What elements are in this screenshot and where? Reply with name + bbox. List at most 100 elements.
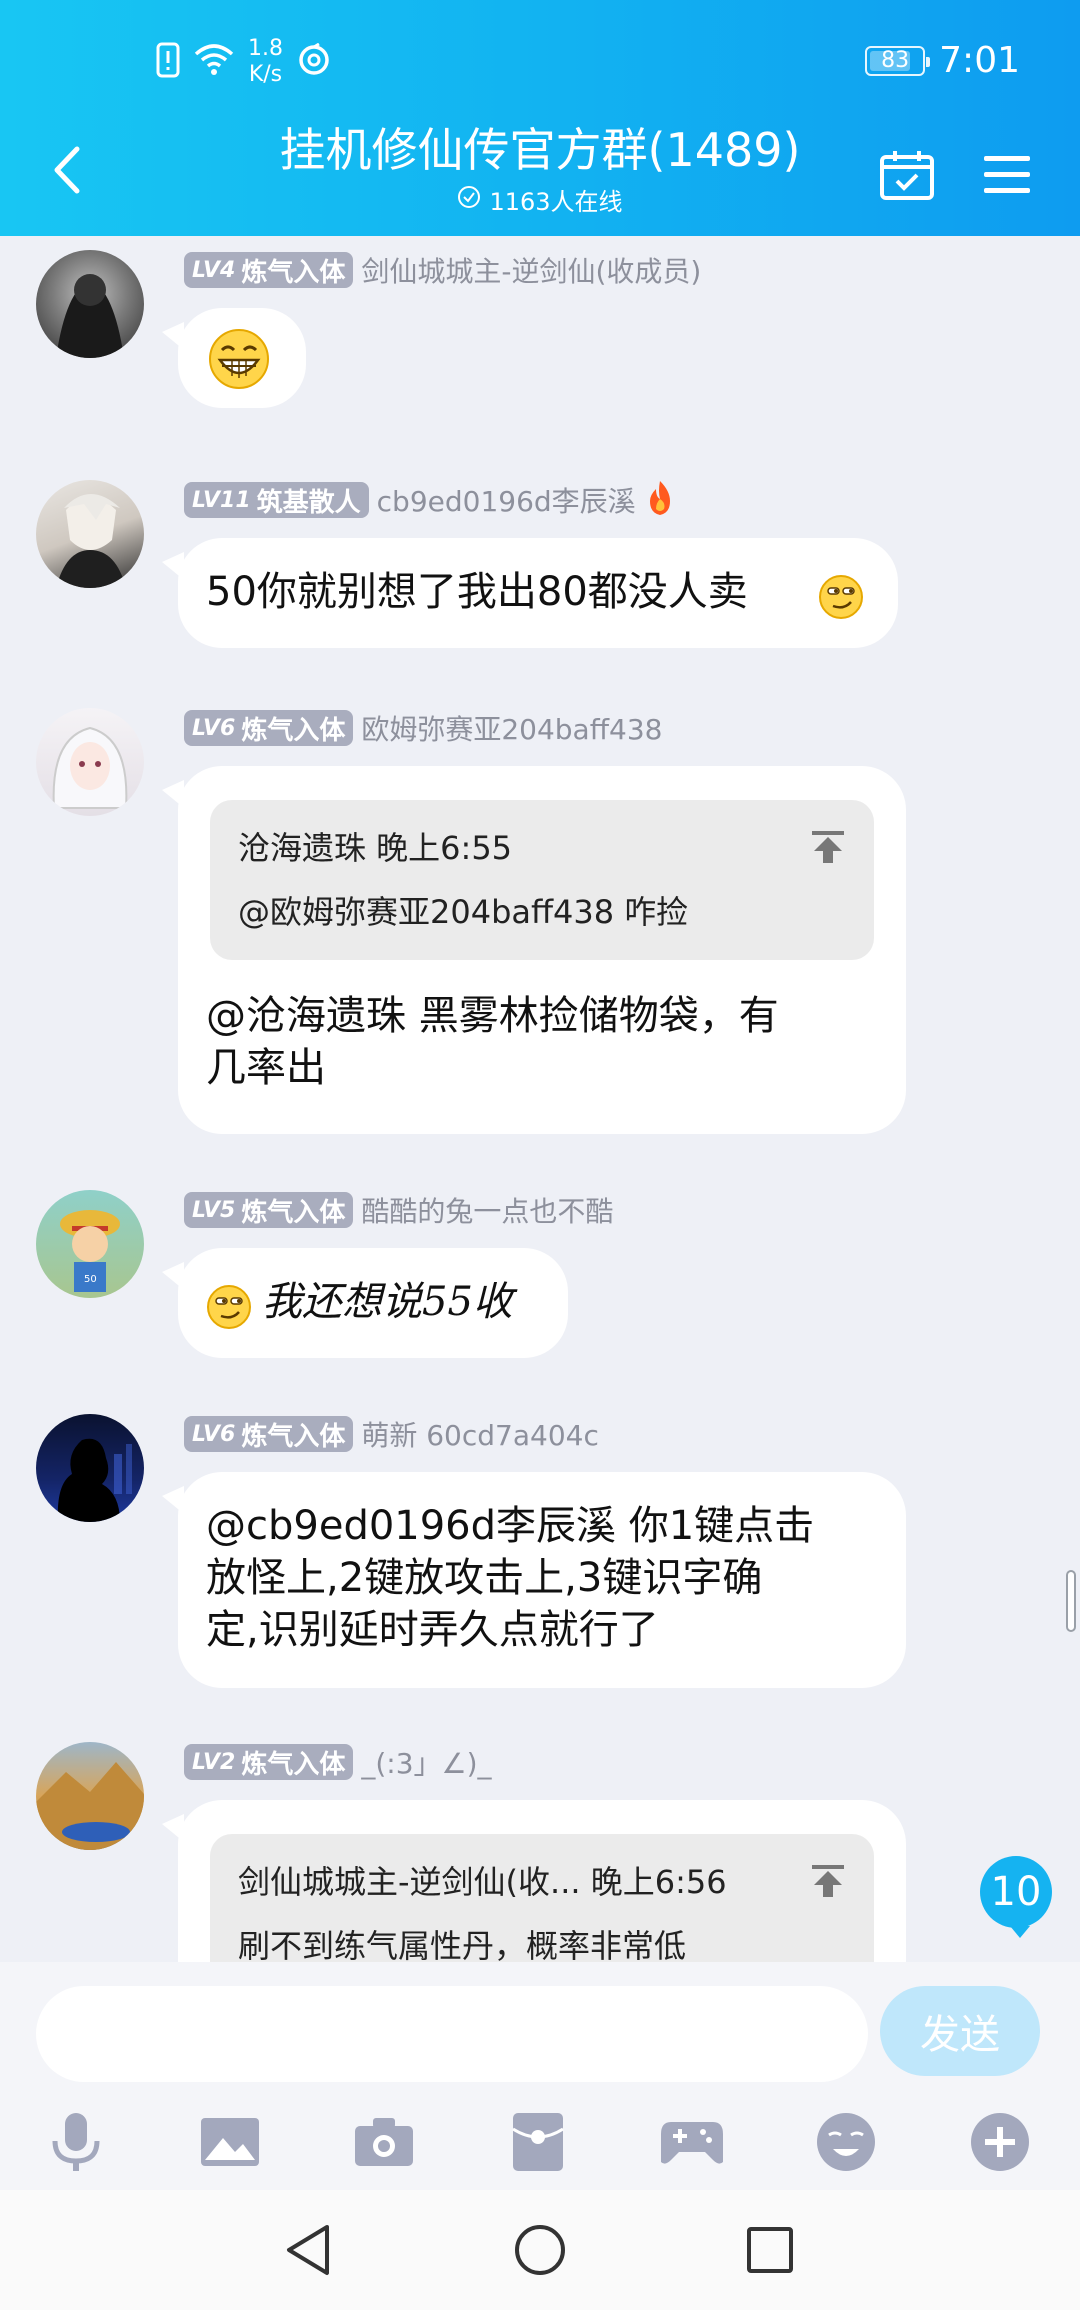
rank-text: 炼气入体: [241, 257, 346, 288]
wifi-icon: [194, 44, 234, 80]
gamepad-icon[interactable]: [652, 2102, 732, 2182]
message-line: @cb9ed0196d李辰溪 你1键点击: [206, 1503, 815, 1549]
send-button[interactable]: 发送: [880, 1986, 1040, 2076]
sender-meta: LV6 炼气入体 欧姆弥赛亚204baff438: [184, 708, 662, 748]
smirk-emoji-icon: [206, 1284, 252, 1343]
battery-icon: 83: [865, 45, 931, 76]
message-text: @cb9ed0196d李辰溪 你1键点击 放怪上,2键放攻击上,3键识字确 定,…: [206, 1500, 896, 1656]
nav-home-icon[interactable]: [500, 2210, 580, 2290]
svg-text:50: 50: [84, 1274, 97, 1285]
nav-back-icon[interactable]: [268, 2210, 348, 2290]
image-icon[interactable]: [190, 2102, 270, 2182]
battery-level: 83: [881, 48, 910, 73]
quote-header: 剑仙城城主-逆剑仙(收... 晚上6:56: [238, 1863, 727, 1901]
status-bar: 1.8 K/s 83 7:01: [0, 0, 1080, 120]
red-packet-icon[interactable]: [498, 2102, 578, 2182]
network-speed: 1.8 K/s: [248, 36, 283, 88]
nav-recents-icon[interactable]: [730, 2210, 810, 2290]
level-badge: LV6 炼气入体: [184, 710, 354, 746]
system-nav-bar: [0, 2190, 1080, 2310]
sender-meta: LV4 炼气入体 剑仙城城主-逆剑仙(收成员): [184, 250, 701, 290]
camera-icon[interactable]: [344, 2102, 424, 2182]
message-bubble[interactable]: 我还想说55收: [162, 1248, 568, 1358]
level-badge: LV2 炼气入体: [184, 1744, 354, 1780]
message-text: @沧海遗珠 黑雾林捡储物袋，有 几率出: [206, 990, 886, 1094]
microphone-icon[interactable]: [36, 2102, 116, 2182]
level-badge: LV6 炼气入体: [184, 1416, 354, 1452]
avatar[interactable]: 50: [36, 1190, 144, 1298]
status-right: 83 7:01: [865, 40, 1020, 81]
sender-name[interactable]: 酷酷的兔一点也不酷: [361, 1190, 613, 1230]
level-badge: LV11 筑基散人: [184, 482, 369, 518]
avatar[interactable]: [36, 250, 144, 358]
input-bar: 发送: [0, 1962, 1080, 2190]
clock: 7:01: [939, 40, 1020, 81]
level-text: LV6: [192, 1421, 236, 1447]
avatar[interactable]: [36, 1414, 144, 1522]
level-text: LV6: [192, 715, 236, 741]
message-bubble[interactable]: 50你就别想了我出80都没人卖: [162, 538, 898, 648]
quote-header: 沧海遗珠 晚上6:55: [238, 829, 513, 867]
sender-name[interactable]: 欧姆弥赛亚204baff438: [361, 708, 662, 748]
quote-body: @欧姆弥赛亚204baff438 咋捡: [238, 893, 689, 931]
emoji-icon[interactable]: [806, 2102, 886, 2182]
input-toolbar: [0, 2102, 1080, 2182]
speed-value: 1.8: [248, 36, 283, 61]
message-line: 几率出: [206, 1045, 326, 1091]
rank-text: 筑基散人: [256, 487, 361, 518]
avatar[interactable]: [36, 1742, 144, 1850]
message-input[interactable]: [36, 1986, 868, 2082]
chat-list[interactable]: LV4 炼气入体 剑仙城城主-逆剑仙(收成员) LV11 筑基散人 cb9ed0…: [0, 236, 1080, 1962]
calendar-check-icon: [880, 151, 934, 200]
quoted-reply[interactable]: 沧海遗珠 晚上6:55 @欧姆弥赛亚204baff438 咋捡: [210, 800, 874, 960]
sync-icon: [297, 42, 331, 81]
message-line: 定,识别延时弄久点就行了: [206, 1607, 659, 1653]
level-text: LV5: [192, 1197, 236, 1223]
grin-emoji-icon: [208, 328, 270, 403]
sender-name[interactable]: 剑仙城城主-逆剑仙(收成员): [361, 250, 701, 290]
plus-icon[interactable]: [960, 2102, 1040, 2182]
avatar[interactable]: [36, 708, 144, 816]
message-line: @沧海遗珠 黑雾林捡储物袋，有: [206, 993, 779, 1039]
message-line: 放怪上,2键放攻击上,3键识字确: [206, 1555, 763, 1601]
online-count: 1163人在线: [489, 188, 623, 216]
unread-count-badge[interactable]: 10: [980, 1856, 1052, 1938]
checkin-button[interactable]: [872, 140, 942, 210]
sender-name[interactable]: _(:3」∠)_: [361, 1742, 491, 1782]
quoted-reply[interactable]: 剑仙城城主-逆剑仙(收... 晚上6:56 刷不到练气属性丹，概率非常低: [210, 1834, 874, 1962]
rank-text: 炼气入体: [241, 715, 346, 746]
rank-text: 炼气入体: [241, 1421, 346, 1452]
level-text: LV2: [192, 1749, 236, 1775]
status-left: 1.8 K/s: [156, 36, 331, 88]
speed-unit: K/s: [248, 62, 283, 87]
sender-name[interactable]: cb9ed0196d李辰溪: [377, 480, 636, 520]
message-text: 50你就别想了我出80都没人卖: [206, 569, 748, 615]
level-badge: LV4 炼气入体: [184, 252, 354, 288]
sender-meta: LV11 筑基散人 cb9ed0196d李辰溪: [184, 480, 676, 520]
app-header: 1.8 K/s 83 7:01 挂机修仙传官方群(1489) 1163人在线: [0, 0, 1080, 236]
rank-text: 炼气入体: [241, 1197, 346, 1228]
level-text: LV4: [192, 257, 236, 283]
quote-body: 刷不到练气属性丹，概率非常低: [238, 1927, 687, 1962]
sender-name[interactable]: 萌新 60cd7a404c: [361, 1414, 599, 1454]
menu-button[interactable]: [972, 140, 1042, 210]
fire-icon: [644, 479, 676, 521]
chat-scrollbar[interactable]: [1066, 1570, 1076, 1632]
message-text: 我还想说55收: [262, 1279, 513, 1325]
message-bubble[interactable]: @cb9ed0196d李辰溪 你1键点击 放怪上,2键放攻击上,3键识字确 定,…: [162, 1472, 906, 1688]
message-bubble[interactable]: [162, 308, 306, 408]
jump-to-top-icon[interactable]: [810, 826, 846, 878]
sender-meta: LV2 炼气入体 _(:3」∠)_: [184, 1742, 492, 1782]
avatar[interactable]: [36, 480, 144, 588]
smirk-emoji-icon: [818, 574, 864, 633]
level-badge: LV5 炼气入体: [184, 1192, 354, 1228]
sender-meta: LV6 炼气入体 萌新 60cd7a404c: [184, 1414, 599, 1454]
hamburger-menu-icon: [984, 156, 1030, 193]
message-bubble[interactable]: 剑仙城城主-逆剑仙(收... 晚上6:56 刷不到练气属性丹，概率非常低: [162, 1800, 906, 1962]
jump-to-top-icon[interactable]: [810, 1860, 846, 1912]
message-bubble[interactable]: 沧海遗珠 晚上6:55 @欧姆弥赛亚204baff438 咋捡 @沧海遗珠 黑雾…: [162, 766, 906, 1134]
rank-text: 炼气入体: [241, 1749, 346, 1780]
level-text: LV11: [192, 487, 251, 513]
sender-meta: LV5 炼气入体 酷酷的兔一点也不酷: [184, 1190, 613, 1230]
check-circle-icon: [457, 185, 481, 215]
